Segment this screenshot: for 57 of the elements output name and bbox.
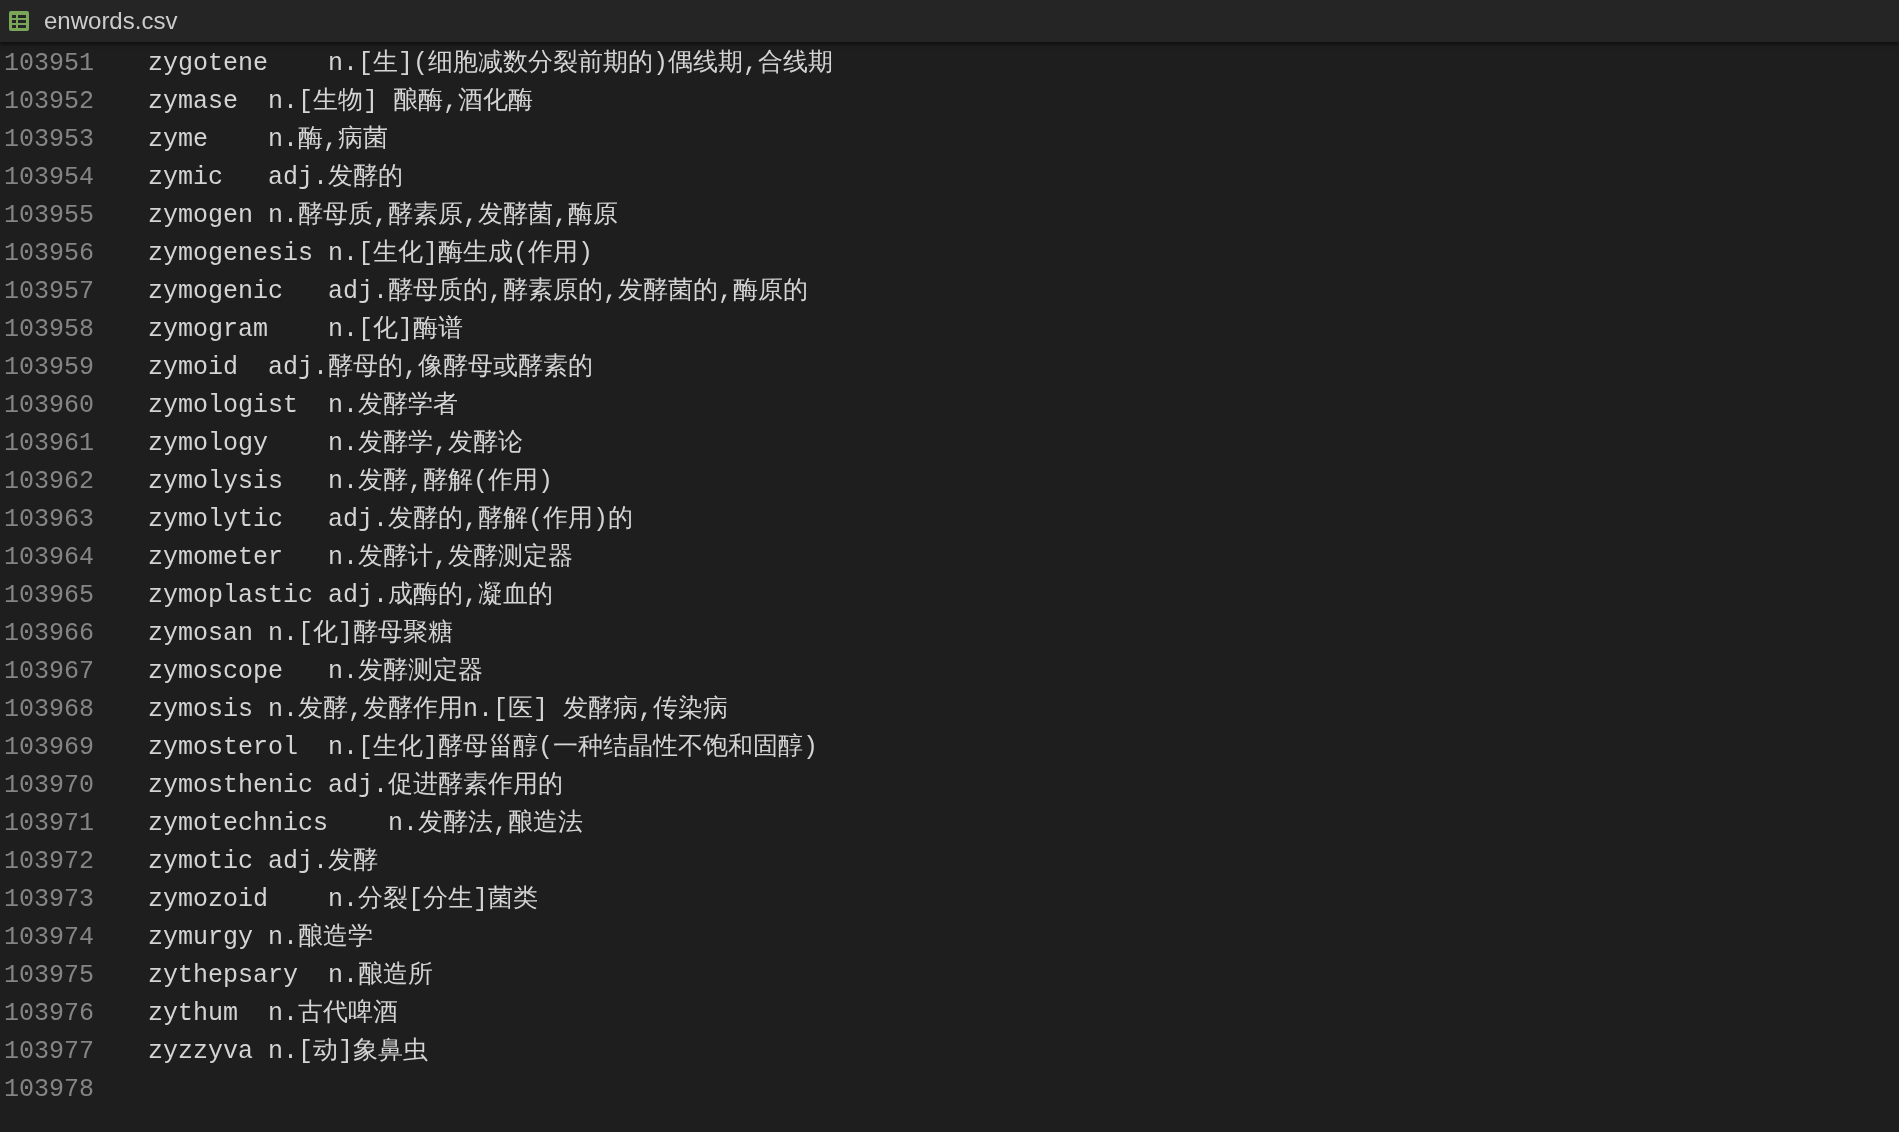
code-line: zymozoid n.分裂[分生]菌类 (148, 884, 539, 917)
code-line: zymotechnics n.发酵法,酿造法 (148, 808, 584, 841)
code-line: zyme n.酶,病菌 (148, 124, 389, 157)
line-number: 103965 (3, 580, 95, 613)
line-number: 103958 (3, 314, 95, 347)
line-number: 103959 (3, 352, 95, 385)
line-number: 103970 (3, 770, 95, 803)
code-line: zymosis n.发酵,发酵作用n.[医] 发酵病,传染病 (148, 694, 729, 727)
code-line: zymosan n.[化]酵母聚糖 (148, 618, 454, 651)
code-line: zymometer n.发酵计,发酵测定器 (148, 542, 574, 575)
file-tab-title[interactable]: enwords.csv (44, 3, 178, 39)
code-line: zymoscope n.发酵测定器 (148, 656, 484, 689)
line-number: 103953 (3, 124, 95, 157)
line-number: 103957 (3, 276, 95, 309)
line-number: 103976 (3, 998, 95, 1031)
code-line: zymogenesis n.[生化]酶生成(作用) (148, 238, 594, 271)
line-number: 103960 (3, 390, 95, 423)
line-number: 103962 (3, 466, 95, 499)
line-number: 103954 (3, 162, 95, 195)
code-line: zymologist n.发酵学者 (148, 390, 459, 423)
line-number: 103952 (3, 86, 95, 119)
line-number: 103972 (3, 846, 95, 879)
line-number: 103971 (3, 808, 95, 841)
code-line: zymoplastic adj.成酶的,凝血的 (148, 580, 554, 613)
line-number: 103963 (3, 504, 95, 537)
code-line: zymogram n.[化]酶谱 (148, 314, 464, 347)
line-number: 103961 (3, 428, 95, 461)
line-number: 103969 (3, 732, 95, 765)
code-line: zygotene n.[生](细胞减数分裂前期的)偶线期,合线期 (148, 48, 834, 81)
code-line: zyzzyva n.[动]象鼻虫 (148, 1036, 429, 1069)
code-line: zymoid adj.酵母的,像酵母或酵素的 (148, 352, 594, 385)
code-line: zymolysis n.发酵,酵解(作用) (148, 466, 554, 499)
code-line: zymotic adj.发酵 (148, 846, 379, 879)
line-number: 103968 (3, 694, 95, 727)
code-line: zythum n.古代啤酒 (148, 998, 399, 1031)
line-number: 103978 (3, 1074, 95, 1107)
code-line: zymic adj.发酵的 (148, 162, 404, 195)
code-line: zymosterol n.[生化]酵母甾醇(一种结晶性不饱和固醇) (148, 732, 819, 765)
code-line: zymosthenic adj.促进酵素作用的 (148, 770, 564, 803)
code-line: zythepsary n.酿造所 (148, 960, 434, 993)
code-line: zymase n.[生物] 酿酶,酒化酶 (148, 86, 534, 119)
line-number: 103955 (3, 200, 95, 233)
code-line: zymurgy n.酿造学 (148, 922, 374, 955)
code-line: zymolytic adj.发酵的,酵解(作用)的 (148, 504, 634, 537)
table-icon (8, 10, 30, 32)
line-number: 103974 (3, 922, 95, 955)
line-number: 103966 (3, 618, 95, 651)
line-number: 103975 (3, 960, 95, 993)
line-number: 103973 (3, 884, 95, 917)
code-line: zymogenic adj.酵母质的,酵素原的,发酵菌的,酶原的 (148, 276, 809, 309)
line-number: 103964 (3, 542, 95, 575)
line-number: 103956 (3, 238, 95, 271)
code-line: zymogen n.酵母质,酵素原,发酵菌,酶原 (148, 200, 619, 233)
code-line: zymology n.发酵学,发酵论 (148, 428, 524, 461)
line-number: 103977 (3, 1036, 95, 1069)
line-number: 103951 (3, 48, 95, 81)
line-number: 103967 (3, 656, 95, 689)
